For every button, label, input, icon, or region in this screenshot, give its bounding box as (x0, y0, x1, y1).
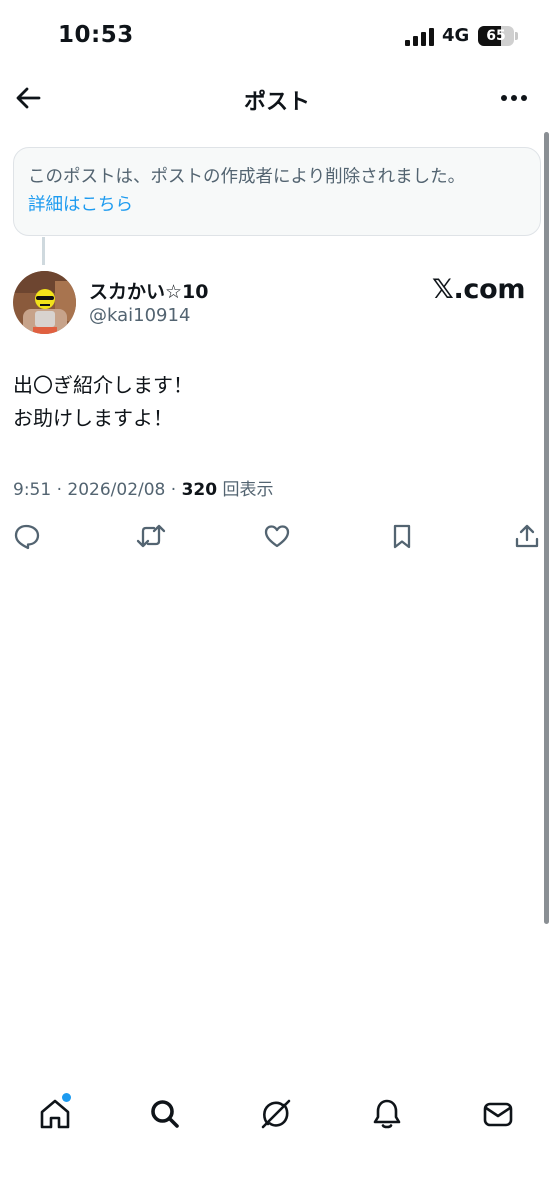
network-label: 4G (442, 25, 470, 46)
views-label: 回表示 (217, 480, 274, 500)
avatar[interactable] (13, 271, 76, 334)
author-handle[interactable]: @kai10914 (89, 305, 190, 326)
share-icon (515, 524, 539, 548)
bottom-navigation (0, 1080, 554, 1150)
unread-dot (62, 1093, 71, 1102)
x-com-badge: 𝕏.com (432, 274, 526, 305)
top-bar: ポスト (0, 70, 554, 126)
battery-percent: 65 (486, 28, 506, 44)
share-button[interactable] (507, 516, 547, 556)
repost-button[interactable] (131, 516, 171, 556)
post-actions (0, 516, 554, 556)
nav-notifications[interactable] (363, 1090, 411, 1138)
nav-home[interactable] (31, 1090, 79, 1138)
reply-button[interactable] (7, 516, 47, 556)
thread-connector (42, 237, 45, 265)
status-time: 10:53 (58, 22, 134, 48)
views-count[interactable]: 320 (182, 480, 218, 500)
grok-icon (261, 1099, 291, 1129)
learn-more-link[interactable]: 詳細はこちら (28, 191, 133, 219)
page-title: ポスト (243, 90, 310, 115)
signal-icon (405, 28, 434, 46)
search-icon (151, 1100, 179, 1128)
post-line-2: お助けしますよ！ (13, 406, 173, 430)
bookmark-button[interactable] (382, 516, 422, 556)
post-meta: 9:51 · 2026/02/08 · 320 回表示 (13, 475, 274, 500)
battery-nub (515, 32, 518, 40)
like-button[interactable] (257, 516, 297, 556)
status-bar: 10:53 4G 65 (0, 0, 554, 70)
post-text: 出〇ぎ紹介します！ お助けしますよ！ (13, 369, 533, 435)
battery-icon: 65 (478, 26, 514, 46)
author-name[interactable]: スカかい☆10 (89, 277, 208, 304)
nav-grok[interactable] (252, 1090, 300, 1138)
post-line-1: 出〇ぎ紹介します！ (13, 373, 193, 397)
nav-messages[interactable] (474, 1090, 522, 1138)
avatar-image (13, 271, 76, 334)
bookmark-icon (393, 524, 411, 549)
notice-text: このポストは、ポストの作成者により削除されました。 (28, 167, 466, 187)
reply-icon (14, 524, 40, 550)
home-icon (40, 1099, 70, 1129)
messages-icon (483, 1102, 513, 1127)
deleted-post-notice: このポストは、ポストの作成者により削除されました。 詳細はこちら (13, 147, 541, 236)
more-options-button[interactable] (494, 80, 534, 116)
post-timestamp: 9:51 · 2026/02/08 · (13, 480, 182, 500)
notifications-icon (373, 1099, 401, 1129)
more-icon (501, 95, 527, 101)
nav-search[interactable] (141, 1090, 189, 1138)
like-icon (264, 525, 290, 548)
repost-icon (136, 524, 166, 548)
